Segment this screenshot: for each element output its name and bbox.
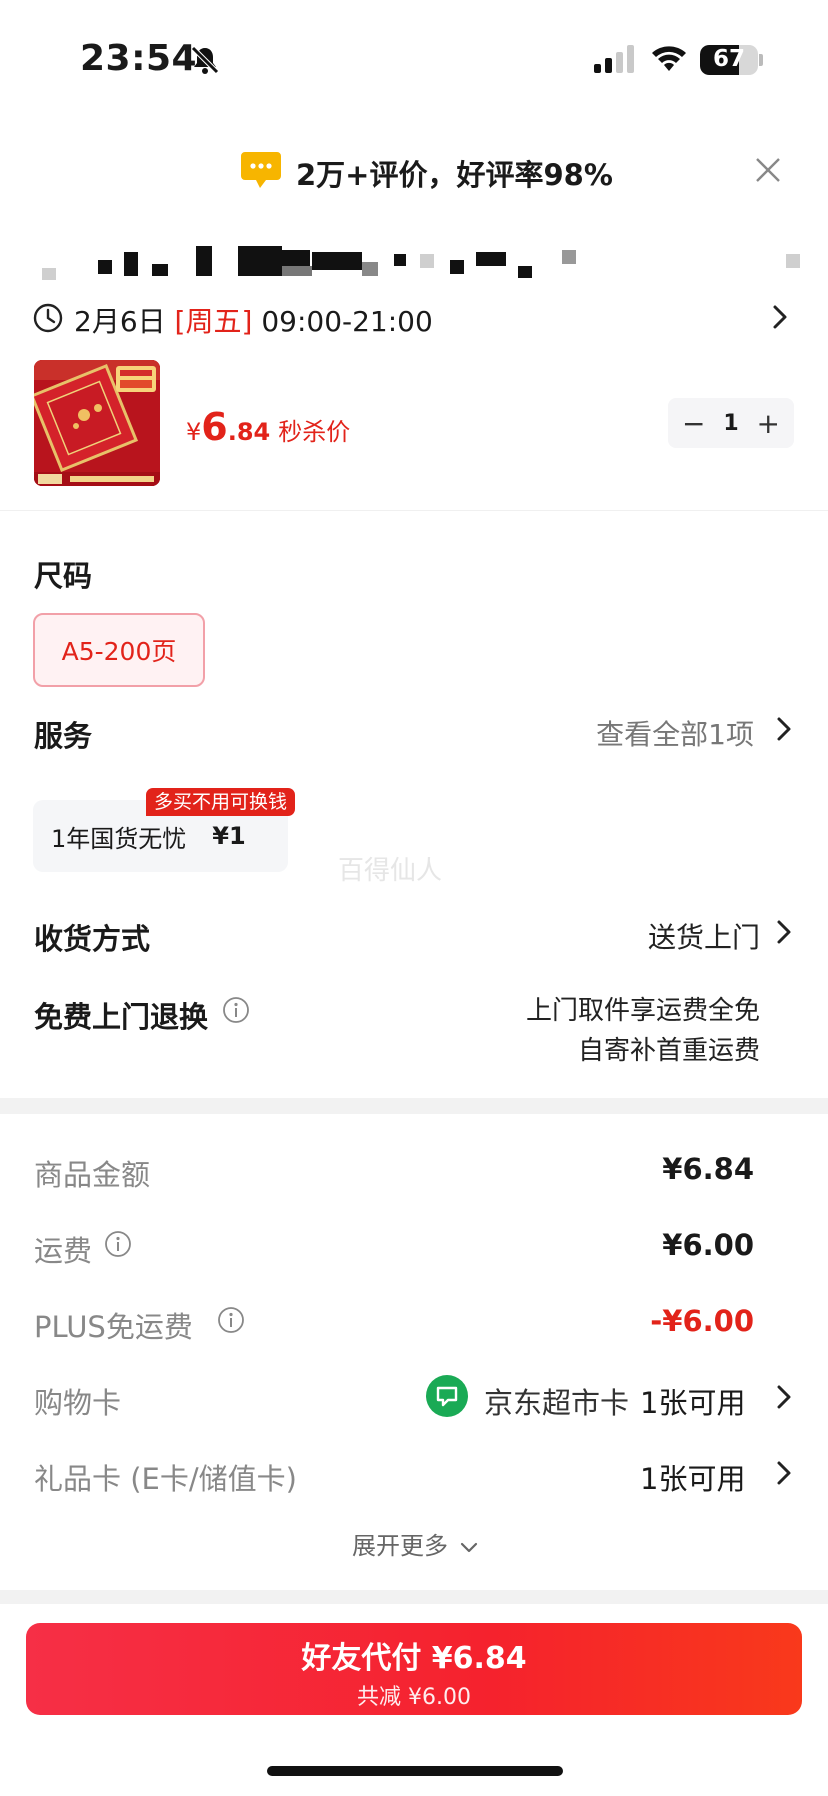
section-gap — [0, 1590, 828, 1604]
divider — [0, 510, 828, 511]
free-return-line2: 自寄补首重运费 — [577, 1036, 760, 1066]
quantity-value[interactable]: 1 — [723, 411, 738, 436]
comment-bubble-icon — [241, 152, 281, 188]
friend-pay-discount: 共减 ¥6.00 — [357, 1685, 471, 1710]
freight-value: ¥6.00 — [662, 1228, 754, 1262]
chevron-down-icon — [460, 1542, 477, 1553]
shopping-card-name: 京东超市卡 — [484, 1386, 630, 1420]
size-section-title: 尺码 — [34, 559, 93, 593]
friend-pay-button[interactable]: 好友代付 ¥6.84 共减 ¥6.00 — [26, 1623, 802, 1715]
service-view-all[interactable]: 查看全部1项 — [596, 713, 754, 753]
chevron-right-icon[interactable] — [776, 716, 792, 742]
expand-more-button[interactable]: 展开更多 — [352, 1526, 478, 1561]
wifi-icon — [652, 46, 686, 71]
chevron-right-icon[interactable] — [776, 1384, 792, 1410]
service-section-title: 服务 — [34, 719, 93, 753]
goods-amount-label: 商品金额 — [34, 1158, 151, 1192]
cellular-signal-icon — [594, 45, 634, 73]
watermark: 百得仙人 — [338, 856, 443, 886]
service-promo-tag: 多买不用可换钱 — [146, 788, 296, 816]
price-currency: ¥ — [186, 418, 202, 446]
gift-card-label: 礼品卡 (E卡/储值卡) — [34, 1462, 297, 1496]
plus-free-shipping-label: PLUS免运费 — [34, 1310, 193, 1344]
size-option-selected[interactable]: A5-200页 — [33, 613, 205, 687]
status-time: 23:54 — [80, 38, 198, 79]
notebook-gift-box-image — [34, 360, 160, 486]
battery-percent: 67 — [712, 46, 745, 72]
shipping-label: 收货方式 — [34, 922, 151, 956]
close-icon[interactable] — [752, 154, 784, 186]
chevron-right-icon[interactable] — [776, 919, 792, 945]
shopping-card-label: 购物卡 — [34, 1386, 122, 1420]
section-gap — [0, 1098, 828, 1114]
shipping-value[interactable]: 送货上门 — [648, 916, 760, 956]
freight-label: 运费 — [34, 1234, 93, 1268]
price-integer: 6 — [201, 405, 228, 449]
friend-pay-label: 好友代付 ¥6.84 — [301, 1641, 527, 1676]
product-thumbnail[interactable] — [34, 360, 160, 486]
delivery-hours: 09:00-21:00 — [261, 305, 433, 338]
product-price: ¥6.84 秒杀价 — [186, 405, 350, 449]
free-return-line1: 上门取件享运费全免 — [525, 996, 760, 1026]
quantity-stepper: − 1 + — [668, 398, 794, 448]
home-indicator[interactable] — [267, 1766, 563, 1776]
plus-free-shipping-value: -¥6.00 — [650, 1304, 754, 1338]
supermarket-card-icon — [426, 1375, 468, 1417]
clock-icon — [33, 303, 63, 333]
review-summary: 2万+评价，好评率98% — [296, 158, 613, 192]
delivery-weekday: [周五] — [174, 305, 253, 338]
chevron-right-icon[interactable] — [772, 304, 788, 330]
gift-card-available[interactable]: 1张可用 — [640, 1456, 745, 1498]
info-icon[interactable] — [222, 996, 250, 1024]
battery-cap — [759, 54, 763, 66]
shopping-card-available[interactable]: 1张可用 — [640, 1380, 745, 1422]
price-decimal: .84 — [227, 418, 271, 446]
free-return-label: 免费上门退换 — [34, 1000, 209, 1034]
redacted-address — [0, 240, 828, 285]
service-card-price: ¥1 — [212, 822, 246, 850]
delivery-time[interactable]: 2月6日 [周五] 09:00-21:00 — [74, 300, 433, 340]
chevron-right-icon[interactable] — [776, 1460, 792, 1486]
decrement-button[interactable]: − — [682, 407, 705, 440]
info-icon[interactable] — [104, 1230, 132, 1258]
bell-muted-icon — [191, 46, 219, 74]
delivery-date: 2月6日 — [74, 305, 166, 338]
increment-button[interactable]: + — [757, 407, 780, 440]
info-icon[interactable] — [217, 1306, 245, 1334]
service-card-name: 1年国货无忧 — [51, 824, 187, 853]
price-label: 秒杀价 — [278, 418, 351, 446]
goods-amount-value: ¥6.84 — [662, 1152, 754, 1186]
expand-more-label: 展开更多 — [352, 1532, 448, 1560]
battery-indicator: 67 — [700, 45, 758, 75]
